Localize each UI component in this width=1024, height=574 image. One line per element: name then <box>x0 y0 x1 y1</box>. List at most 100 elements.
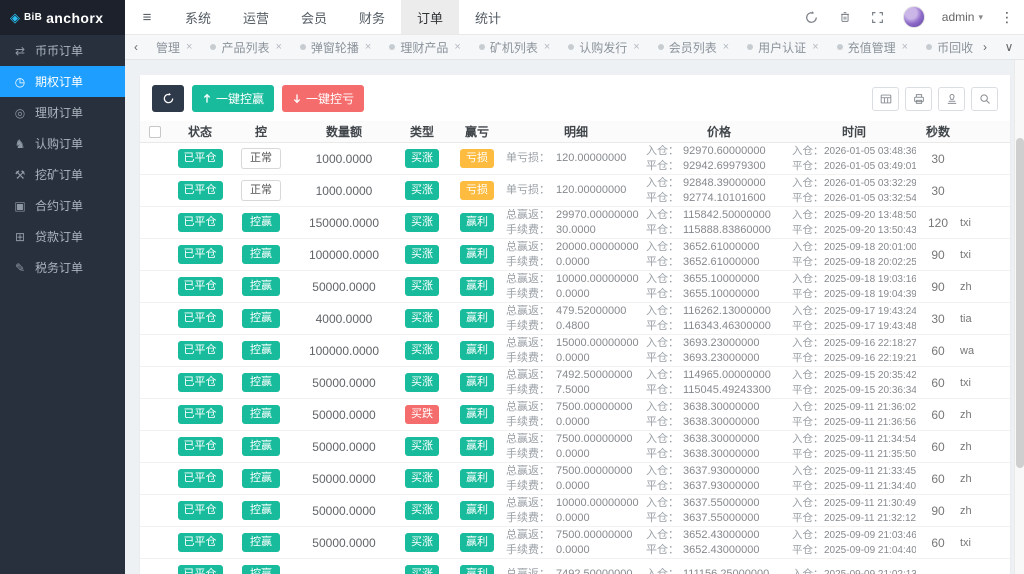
tab-dot-icon <box>389 44 396 50</box>
tabs-scroll-left-icon[interactable]: ‹ <box>125 40 147 54</box>
nav-item-订单[interactable]: 订单 <box>401 0 459 34</box>
page-scrollbar[interactable] <box>1014 60 1024 574</box>
control-button[interactable]: 控赢 <box>242 213 280 232</box>
tab-close-icon[interactable]: × <box>454 41 460 53</box>
status-badge: 已平仓 <box>177 245 223 264</box>
tab-dot-icon <box>210 44 217 50</box>
control-button[interactable]: 控赢 <box>242 309 280 328</box>
tab-矿机列表[interactable]: 矿机列表 × <box>470 35 559 59</box>
time-out-value: 2025-09-16 22:19:21 <box>824 352 916 364</box>
export-icon[interactable] <box>938 86 965 111</box>
main-area: ≡ 系统 运营 会员 财务 订单 统计 admin ▾ ⋮ ‹ 管理 × 产品列… <box>125 0 1024 574</box>
detail-cell: 总赢返： 29970.00000000 手续费： 30.0000 <box>506 209 646 237</box>
time-out-label: 平仓： <box>792 447 824 460</box>
nav-item-运营[interactable]: 运营 <box>227 0 285 34</box>
tab-dot-icon <box>747 44 754 50</box>
price-out-label: 平仓： <box>646 415 679 428</box>
type-badge: 买涨 <box>405 437 439 456</box>
tab-理财产品[interactable]: 理财产品 × <box>380 35 469 59</box>
detail-cell: 总赢返： 7492.50000000 手续费： 7.5000 <box>506 369 646 397</box>
scrollbar-thumb[interactable] <box>1016 138 1024 468</box>
columns-icon[interactable] <box>872 86 899 111</box>
result-badge: 赢利 <box>460 565 494 574</box>
type-badge: 买涨 <box>405 501 439 520</box>
control-button[interactable]: 控赢 <box>242 373 280 392</box>
sidebar-item-合约订单[interactable]: ▣ 合约订单 <box>0 190 125 221</box>
detail-label: 总赢返： <box>506 368 550 381</box>
control-button[interactable]: 控赢 <box>242 245 280 264</box>
detail-value: 0.0000 <box>556 255 590 268</box>
more-menu-icon[interactable]: ⋮ <box>1000 9 1014 26</box>
control-button[interactable]: 控赢 <box>242 437 280 456</box>
price-out-label: 平仓： <box>646 447 679 460</box>
tab-close-icon[interactable]: × <box>723 41 729 53</box>
time-in-value: 2025-09-09 21:02:13 <box>824 568 916 574</box>
select-all-checkbox[interactable] <box>149 125 161 138</box>
detail-value: 0.0000 <box>556 351 590 364</box>
tab-close-icon[interactable]: × <box>275 41 281 53</box>
trash-icon[interactable] <box>837 9 853 25</box>
sidebar-toggle-icon[interactable]: ≡ <box>125 0 169 34</box>
price-out-value: 116343.46300000 <box>683 319 771 332</box>
tab-close-icon[interactable]: × <box>544 41 550 53</box>
tab-产品列表[interactable]: 产品列表 × <box>201 35 290 59</box>
status-badge: 已平仓 <box>177 309 223 328</box>
tab-币回收[interactable]: 币回收× <box>917 35 974 59</box>
user-menu[interactable]: admin ▾ <box>942 10 983 24</box>
sidebar-item-认购订单[interactable]: ♞ 认购订单 <box>0 128 125 159</box>
refresh-table-button[interactable] <box>152 85 184 112</box>
nav-item-统计[interactable]: 统计 <box>459 0 517 34</box>
header-checkbox-cell <box>140 125 170 138</box>
control-button[interactable]: 控赢 <box>242 501 280 520</box>
control-button[interactable]: 控赢 <box>242 405 280 424</box>
control-button[interactable]: 正常 <box>241 180 281 201</box>
status-badge: 已平仓 <box>177 469 223 488</box>
control-button[interactable]: 控赢 <box>242 565 280 574</box>
tabs-scroll-right-icon[interactable]: › <box>974 40 996 54</box>
control-button[interactable]: 控赢 <box>242 533 280 552</box>
control-button[interactable]: 控赢 <box>242 341 280 360</box>
force-win-button[interactable]: 一键控赢 <box>192 85 275 112</box>
tabs-dropdown-icon[interactable]: ∨ <box>998 40 1020 54</box>
result-badge: 赢利 <box>460 533 494 552</box>
member-cell: wa <box>960 344 975 357</box>
print-icon[interactable] <box>905 86 932 111</box>
control-button[interactable]: 控赢 <box>242 469 280 488</box>
search-icon[interactable] <box>971 86 998 111</box>
tab-close-icon[interactable]: × <box>365 41 371 53</box>
detail-cell: 总赢返： 15000.00000000 手续费： 0.0000 <box>506 337 646 365</box>
sidebar-item-币币订单[interactable]: ⇄ 币币订单 <box>0 35 125 66</box>
force-loss-button[interactable]: 一键控亏 <box>282 85 365 112</box>
refresh-icon[interactable] <box>804 9 820 25</box>
tab-充值管理[interactable]: 充值管理 × <box>828 35 917 59</box>
fullscreen-icon[interactable] <box>870 9 886 25</box>
nav-item-会员[interactable]: 会员 <box>285 0 343 34</box>
sidebar-item-理财订单[interactable]: ◎ 理财订单 <box>0 97 125 128</box>
sidebar-item-贷款订单[interactable]: ⊞ 贷款订单 <box>0 221 125 252</box>
tab-用户认证[interactable]: 用户认证 × <box>738 35 827 59</box>
result-badge: 亏损 <box>460 181 494 200</box>
avatar[interactable] <box>902 6 925 28</box>
table-row: 已平仓 控赢 50000.0000 买涨 赢利 总赢返： 10000.00000000 手续费… <box>140 495 1010 527</box>
tab-会员列表[interactable]: 会员列表 × <box>649 35 738 59</box>
member-cell: zh <box>960 280 972 293</box>
tab-close-icon[interactable]: × <box>633 41 639 53</box>
table-row: 已平仓 控赢 50000.0000 买涨 赢利 总赢返： 7500.00000000 手续费：… <box>140 463 1010 495</box>
sidebar-item-期权订单[interactable]: ◷ 期权订单 <box>0 66 125 97</box>
nav-item-财务[interactable]: 财务 <box>343 0 401 34</box>
detail-value: 0.0000 <box>556 511 590 524</box>
sidebar-item-税务订单[interactable]: ✎ 税务订单 <box>0 252 125 283</box>
tab-弹窗轮播[interactable]: 弹窗轮播 × <box>291 35 380 59</box>
tab-管理[interactable]: 管理 × <box>147 35 201 59</box>
sidebar-item-label: 税务订单 <box>35 261 84 275</box>
column-header: 状态 <box>187 125 212 139</box>
result-badge: 赢利 <box>460 341 494 360</box>
tab-close-icon[interactable]: × <box>812 41 818 53</box>
control-button[interactable]: 控赢 <box>242 277 280 296</box>
tab-close-icon[interactable]: × <box>902 41 908 53</box>
sidebar-item-挖矿订单[interactable]: ⚒ 挖矿订单 <box>0 159 125 190</box>
tab-认购发行[interactable]: 认购发行 × <box>559 35 648 59</box>
tab-close-icon[interactable]: × <box>186 41 192 53</box>
control-button[interactable]: 正常 <box>241 148 281 169</box>
nav-item-系统[interactable]: 系统 <box>169 0 227 34</box>
